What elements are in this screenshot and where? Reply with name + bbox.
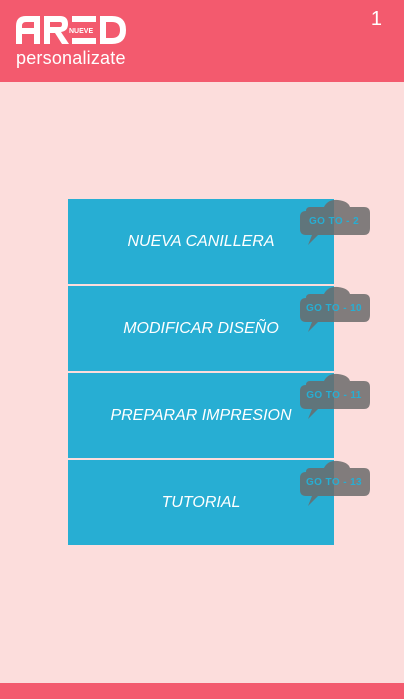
header-bar: NUEVE personalizate 1: [0, 0, 404, 82]
area-nueve-logo: NUEVE: [16, 16, 126, 44]
logo-badge-text: NUEVE: [69, 28, 93, 35]
goto-annotation: GO TO - 2: [296, 199, 372, 249]
page-number: 1: [370, 8, 382, 30]
main-menu: NUEVA CANILLERA GO TO - 2 MODIFICAR DISE…: [68, 199, 370, 545]
menu-button-label: PREPARAR IMPRESION: [110, 406, 292, 424]
goto-label: GO TO - 11: [306, 390, 362, 401]
goto-label: GO TO - 10: [305, 303, 363, 314]
menu-button-label: NUEVA CANILLERA: [127, 232, 275, 250]
goto-label: GO TO - 13: [305, 477, 363, 488]
menu-button-label: TUTORIAL: [161, 493, 241, 511]
menu-button-tutorial[interactable]: TUTORIAL GO TO - 13: [68, 460, 370, 545]
goto-annotation: GO TO - 13: [296, 460, 372, 510]
footer-bar: [0, 683, 404, 699]
menu-button-nueva-canillera[interactable]: NUEVA CANILLERA GO TO - 2: [68, 199, 370, 284]
goto-annotation: GO TO - 11: [296, 373, 372, 423]
menu-button-label: MODIFICAR DISEÑO: [123, 319, 279, 337]
menu-button-modificar-diseno[interactable]: MODIFICAR DISEÑO GO TO - 10: [68, 286, 370, 371]
goto-annotation: GO TO - 10: [296, 286, 372, 336]
menu-button-preparar-impresion[interactable]: PREPARAR IMPRESION GO TO - 11: [68, 373, 370, 458]
goto-label: GO TO - 2: [308, 216, 360, 227]
logo-subtitle: personalizate: [16, 48, 126, 68]
